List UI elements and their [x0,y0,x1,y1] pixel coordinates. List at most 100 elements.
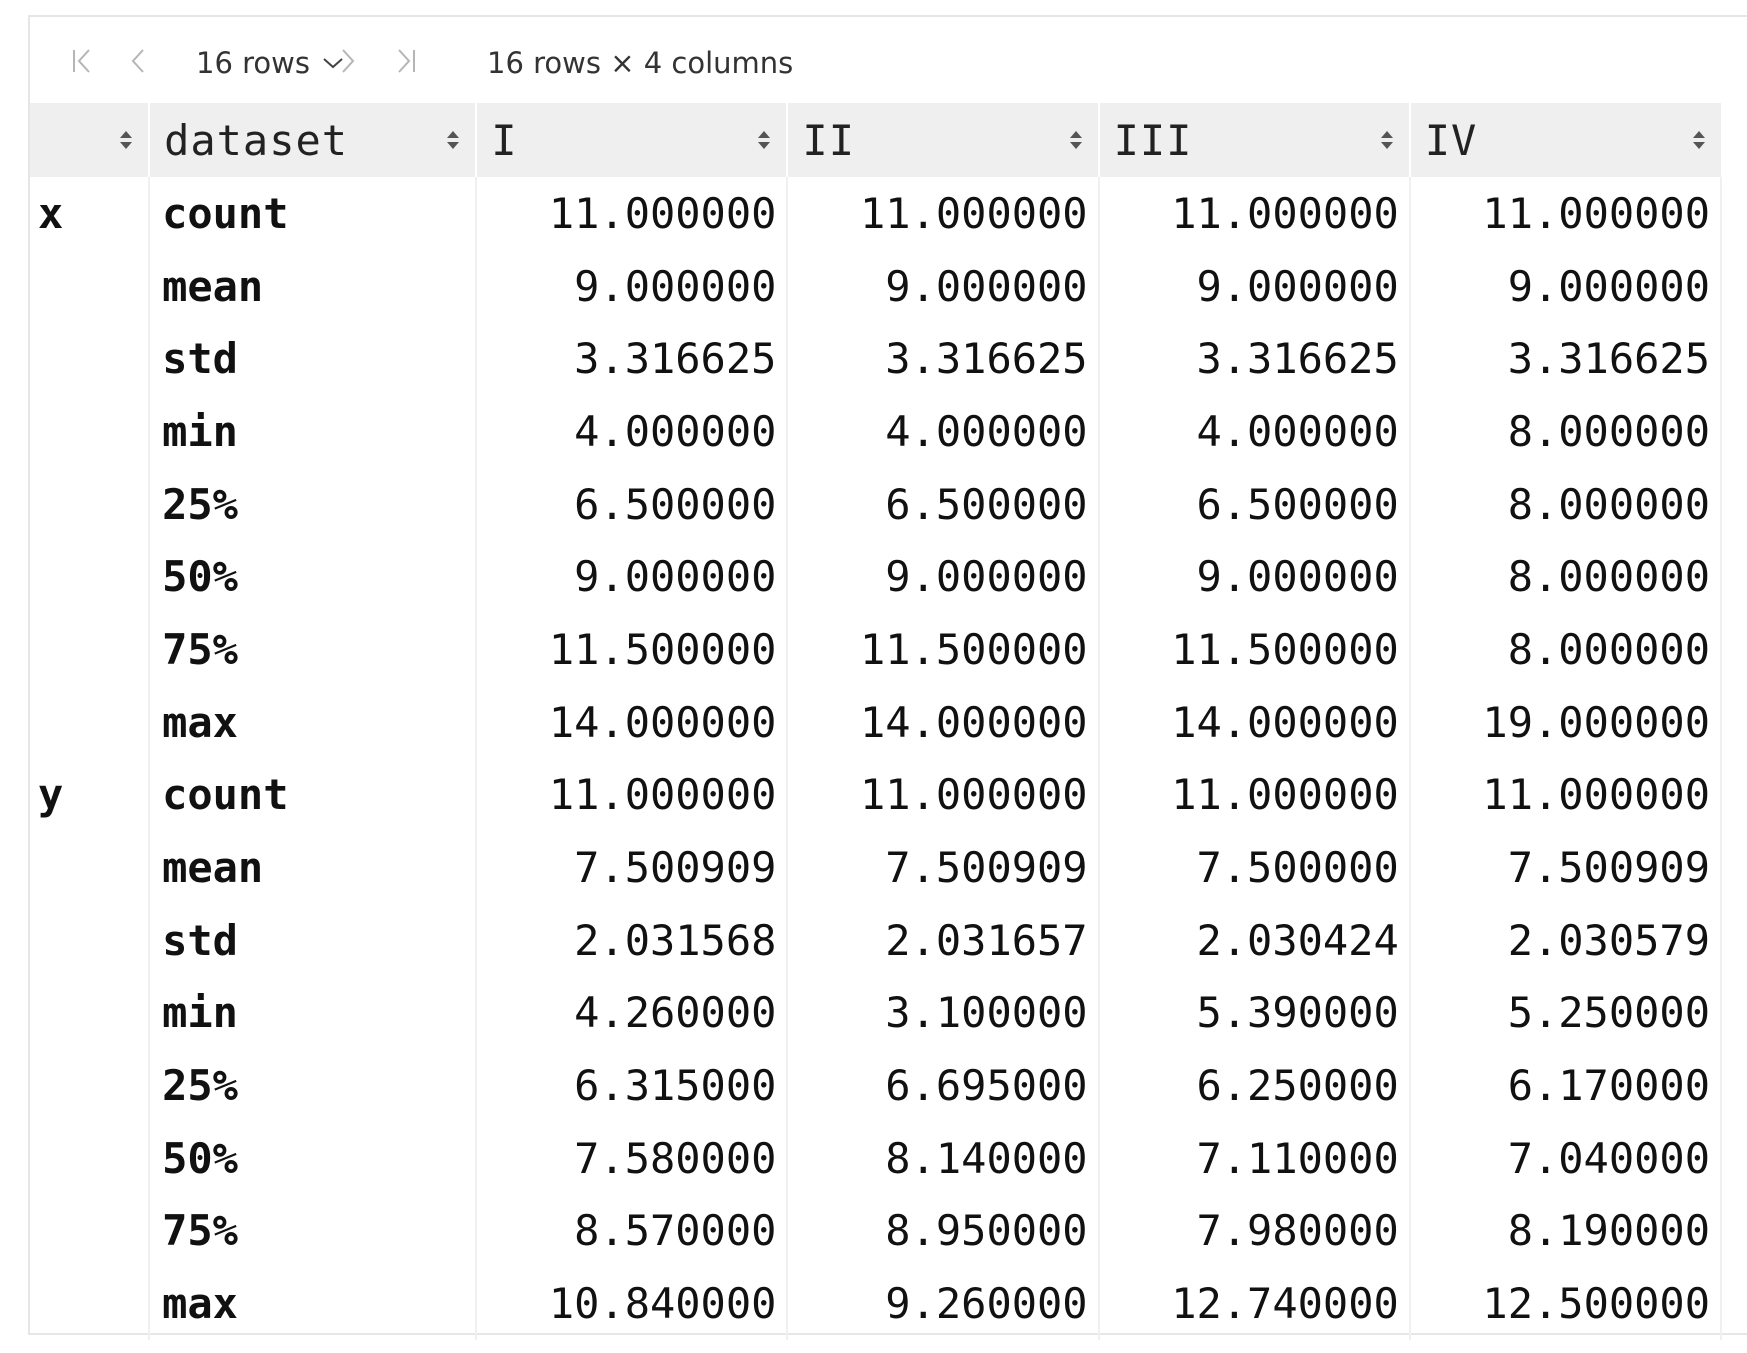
row-stat-cell: max [149,685,478,759]
value-cell: 5.390000 [1098,976,1411,1050]
column-header-iii[interactable]: III [1098,103,1411,177]
value-cell: 14.000000 [787,685,1100,759]
value-cell: 11.000000 [1409,177,1723,250]
value-cell: 3.316625 [1409,322,1723,396]
sort-ascending-icon [120,131,133,138]
value-cell: 7.500909 [1409,831,1723,904]
row-index-cell [30,831,151,904]
row-stat-cell: std [149,903,478,977]
table-row: 25% 6.315000 6.695000 6.250000 6.170000 [30,1049,1723,1122]
first-page-icon [73,49,90,73]
value-cell: 11.500000 [787,613,1100,686]
row-stat-cell: 75% [149,1194,478,1268]
sort-descending-icon [120,142,133,149]
previous-page-button[interactable] [120,43,156,79]
value-cell: 7.110000 [1098,1121,1411,1195]
value-cell: 8.000000 [1409,540,1723,614]
value-cell: 9.000000 [787,249,1100,323]
column-header-label: II [802,115,855,165]
row-stat-cell: 25% [149,1049,478,1122]
row-index-cell [30,467,151,541]
header-row: dataset I II III IV [30,103,1721,177]
data-table: dataset I II III IV x count 11.000000 11.000000… [30,103,1723,1340]
sort-icon[interactable] [445,131,461,149]
value-cell: 11.500000 [476,613,789,686]
column-header-ii[interactable]: II [787,103,1100,177]
sort-descending-icon [1693,142,1705,149]
rows-per-page-select[interactable]: 16 rows [196,45,344,81]
row-index-cell [30,903,151,977]
value-cell: 4.260000 [476,976,789,1050]
next-page-button[interactable] [330,43,366,79]
sort-icon[interactable] [1691,131,1707,149]
value-cell: 9.000000 [1409,249,1723,323]
first-page-button[interactable] [64,43,100,79]
table-row: 25% 6.500000 6.500000 6.500000 8.000000 [30,467,1723,541]
column-header-iv[interactable]: IV [1409,103,1721,177]
table-row: mean 7.500909 7.500909 7.500000 7.500909 [30,831,1723,904]
chevron-right-icon [342,49,355,73]
row-index-cell [30,249,151,323]
row-index-cell [30,613,151,686]
sort-descending-icon [1380,142,1393,149]
column-header-inner: III [1100,103,1409,177]
value-cell: 7.040000 [1409,1121,1723,1195]
table-row: 75% 8.570000 8.950000 7.980000 8.190000 [30,1194,1723,1268]
row-stat-cell: 75% [149,613,478,686]
column-header-inner: IV [1411,103,1721,177]
column-header-inner: dataset [150,103,475,177]
last-page-icon [398,49,415,73]
value-cell: 6.315000 [476,1049,789,1122]
value-cell: 12.740000 [1098,1267,1411,1340]
table-row: min 4.260000 3.100000 5.390000 5.250000 [30,976,1723,1050]
value-cell: 11.000000 [476,758,789,832]
value-cell: 6.500000 [476,467,789,541]
value-cell: 8.000000 [1409,467,1723,541]
column-header-inner: II [788,103,1097,177]
row-stat-cell: count [149,177,478,250]
row-stat-cell: count [149,758,478,832]
column-header-label: dataset [164,115,349,165]
row-index-cell [30,976,151,1050]
column-header-label: III [1113,115,1193,165]
value-cell: 8.570000 [476,1194,789,1268]
value-cell: 6.500000 [1098,467,1411,541]
table-row: 50% 7.580000 8.140000 7.110000 7.040000 [30,1121,1723,1195]
index-column-header[interactable] [30,103,151,177]
row-index-cell [30,1267,151,1340]
value-cell: 9.000000 [1098,540,1411,614]
value-cell: 4.000000 [1098,395,1411,468]
value-cell: 9.000000 [787,540,1100,614]
sort-icon[interactable] [1379,131,1395,149]
row-stat-cell: std [149,322,478,396]
value-cell: 7.500909 [787,831,1100,904]
column-header-inner [30,103,148,177]
last-page-button[interactable] [388,43,424,79]
value-cell: 4.000000 [476,395,789,468]
value-cell: 8.140000 [787,1121,1100,1195]
sort-icon[interactable] [756,131,772,149]
value-cell: 8.950000 [787,1194,1100,1268]
value-cell: 11.000000 [1409,758,1723,832]
value-cell: 9.000000 [476,540,789,614]
column-header-i[interactable]: I [476,103,789,177]
value-cell: 2.030579 [1409,903,1723,977]
value-cell: 9.260000 [787,1267,1100,1340]
sort-icon[interactable] [118,131,134,149]
row-index-cell [30,1194,151,1268]
dataset-column-header[interactable]: dataset [149,103,478,177]
table-row: min 4.000000 4.000000 4.000000 8.000000 [30,395,1723,468]
row-index-cell [30,322,151,396]
value-cell: 2.030424 [1098,903,1411,977]
column-header-inner: I [477,103,786,177]
rows-per-page-label: 16 rows [196,46,310,80]
value-cell: 10.840000 [476,1267,789,1340]
column-header-label: IV [1424,115,1478,165]
table-row: max 10.840000 9.260000 12.740000 12.500000 [30,1267,1723,1340]
row-stat-cell: 25% [149,467,478,541]
value-cell: 8.000000 [1409,395,1723,468]
sort-icon[interactable] [1068,131,1084,149]
dataframe-viewer: 16 rows 16 rows × 4 columns dataset I II II… [28,15,1747,1340]
value-cell: 7.580000 [476,1121,789,1195]
value-cell: 8.190000 [1409,1194,1723,1268]
